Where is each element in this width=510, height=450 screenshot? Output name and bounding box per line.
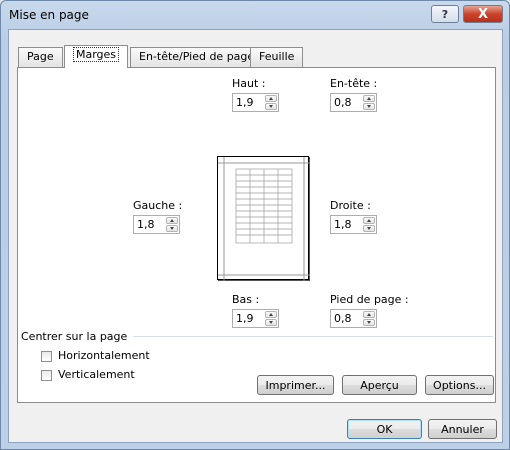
header-margin-label: En-tête : [330,77,378,90]
spin-down-icon[interactable] [363,319,375,326]
spin-up-icon[interactable] [363,95,375,102]
left-margin-spinner[interactable]: 1,8 [133,215,180,234]
left-margin-value: 1,8 [137,218,155,231]
vertical-label: Verticalement [58,368,135,381]
page-setup-dialog: Mise en page ? X Page Marges En-tête/Pie… [0,0,510,450]
tab-page[interactable]: Page [18,47,63,67]
bottom-margin-label: Bas : [232,293,260,306]
options-button[interactable]: Options... [425,375,494,395]
spin-up-icon[interactable] [363,311,375,318]
spin-up-icon[interactable] [265,311,277,318]
spin-down-icon[interactable] [363,225,375,232]
tab-entete-pied[interactable]: En-tête/Pied de page [130,47,264,67]
tab-marges[interactable]: Marges [64,45,129,68]
footer-margin-label: Pied de page : [330,293,409,306]
left-margin-label: Gauche : [133,199,183,212]
footer-margin-spinner[interactable]: 0,8 [330,309,377,328]
center-group-title: Centrer sur la page [21,330,128,343]
bottom-margin-value: 1,9 [236,312,254,325]
spin-up-icon[interactable] [363,217,375,224]
print-button[interactable]: Imprimer... [257,375,334,395]
dialog-title: Mise en page [9,8,89,22]
help-button[interactable]: ? [431,5,459,23]
preview-button[interactable]: Aperçu [342,375,417,395]
cancel-button[interactable]: Annuler [428,419,497,439]
margins-panel: Haut : 1,9 En-tête : 0,8 Gauche : 1,8 Dr… [17,67,496,403]
title-bar: Mise en page ? X [1,1,509,29]
footer-margin-value: 0,8 [334,312,352,325]
page-preview [217,156,310,281]
group-divider [133,336,493,337]
close-button[interactable]: X [463,5,503,23]
bottom-margin-spinner[interactable]: 1,9 [232,309,279,328]
spin-down-icon[interactable] [166,225,178,232]
dialog-body: Page Marges En-tête/Pied de page Feuille… [8,29,503,443]
top-margin-label: Haut : [232,77,266,90]
top-margin-value: 1,9 [236,96,254,109]
page-preview-icon [218,157,310,281]
spin-up-icon[interactable] [166,217,178,224]
right-margin-spinner[interactable]: 1,8 [330,215,377,234]
ok-button[interactable]: OK [347,419,422,439]
vertical-checkbox[interactable] [41,370,52,381]
right-margin-label: Droite : [330,199,371,212]
right-margin-value: 1,8 [334,218,352,231]
spin-up-icon[interactable] [265,95,277,102]
help-icon: ? [441,7,449,21]
spin-down-icon[interactable] [265,319,277,326]
horizontal-label: Horizontalement [58,349,150,362]
spin-down-icon[interactable] [265,103,277,110]
header-margin-spinner[interactable]: 0,8 [330,93,377,112]
close-icon: X [477,6,489,22]
header-margin-value: 0,8 [334,96,352,109]
horizontal-checkbox[interactable] [41,351,52,362]
top-margin-spinner[interactable]: 1,9 [232,93,279,112]
spin-down-icon[interactable] [363,103,375,110]
tab-feuille[interactable]: Feuille [250,47,304,67]
